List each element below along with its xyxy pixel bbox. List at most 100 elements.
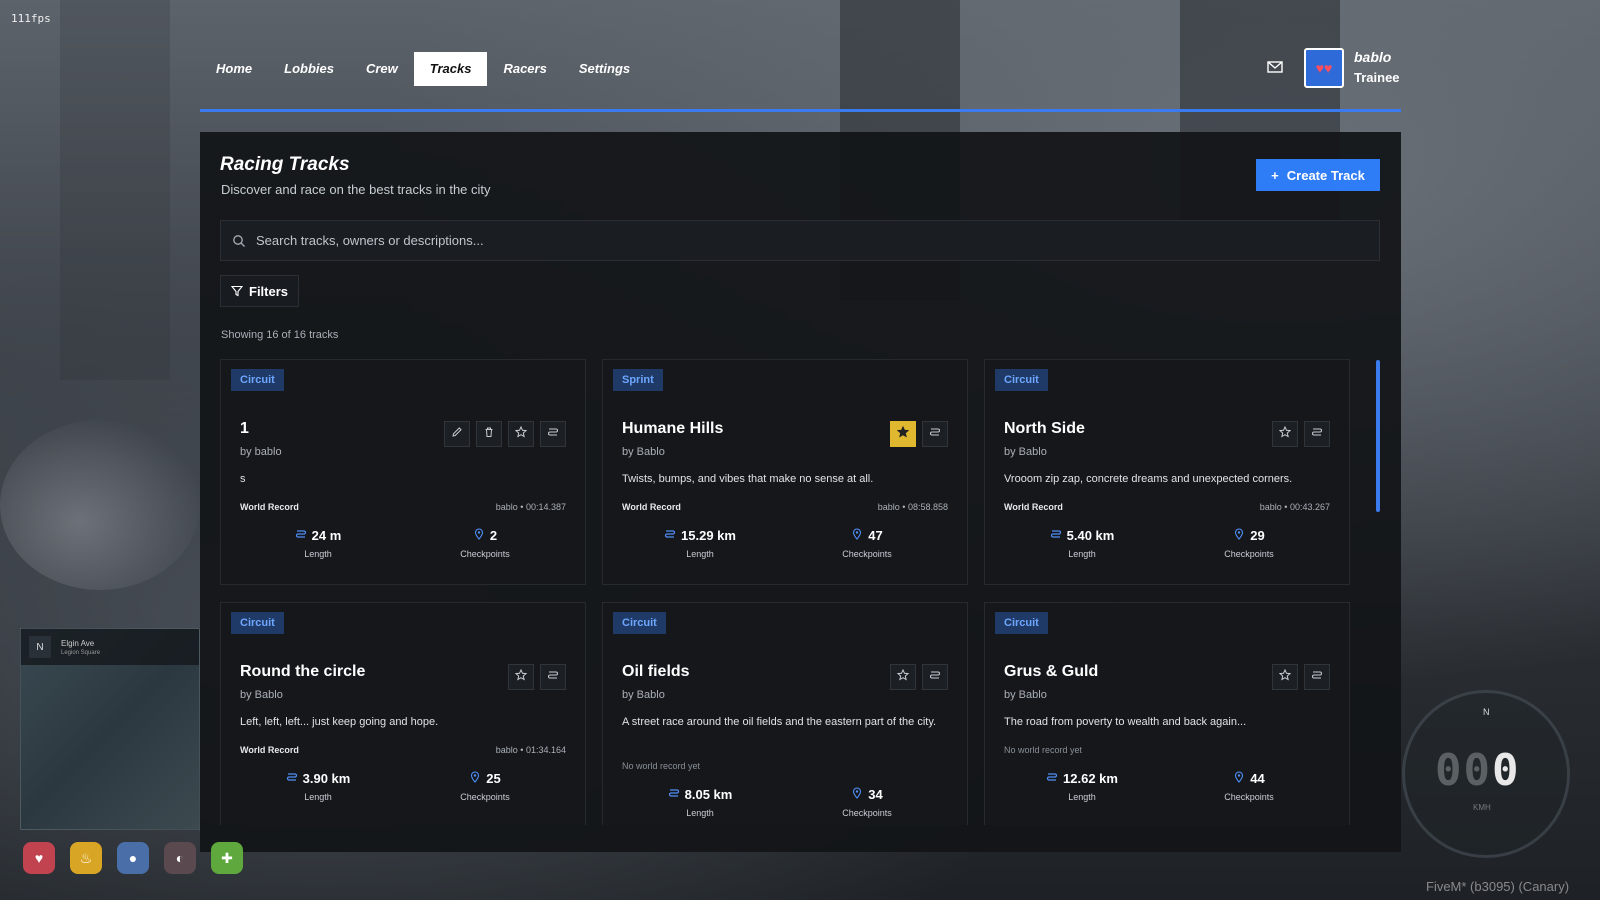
scrollbar[interactable] (1376, 360, 1380, 512)
street-name: Elgin Ave Legion Square (61, 638, 101, 656)
track-owner: by Bablo (1004, 446, 1047, 458)
track-card[interactable]: Circuit North Side by Bablo Vrooom zip zap,… (984, 359, 1350, 585)
route-button[interactable] (540, 421, 566, 447)
status-icons: ♥ ♨ ● ◐ ✚ (23, 842, 243, 874)
track-type-badge: Circuit (995, 612, 1048, 634)
track-owner: by Bablo (622, 446, 665, 458)
build-label: FiveM* (b3095) (Canary) (1426, 879, 1570, 894)
tab-lobbies[interactable]: Lobbies (268, 52, 350, 86)
user-rank: Trainee (1354, 70, 1400, 85)
length-stat: 5.40 km Length (1012, 528, 1152, 559)
route-button[interactable] (1304, 664, 1330, 690)
checkpoints-value: 47 (868, 528, 883, 543)
results-count: Showing 16 of 16 tracks (221, 329, 339, 341)
track-description: s (240, 473, 246, 485)
user-name: bablo (1354, 49, 1392, 65)
checkpoint-icon (851, 787, 863, 802)
mail-icon[interactable] (1266, 58, 1284, 76)
tab-crew[interactable]: Crew (350, 52, 414, 86)
route-icon (1311, 668, 1323, 686)
edit-button[interactable] (444, 421, 470, 447)
checkpoints-value: 44 (1250, 771, 1265, 786)
length-stat: 8.05 km Length (630, 787, 770, 818)
tab-home[interactable]: Home (200, 52, 268, 86)
track-type-badge: Circuit (231, 369, 284, 391)
checkpoints-stat: 25 Checkpoints (415, 771, 555, 802)
length-stat: 15.29 km Length (630, 528, 770, 559)
track-card[interactable]: Circuit Round the circle by Bablo Left, lef… (220, 602, 586, 825)
star-icon (514, 668, 528, 686)
track-card[interactable]: Circuit Grus & Guld by Bablo The road from … (984, 602, 1350, 825)
checkpoints-label: Checkpoints (842, 808, 892, 818)
world-record-label: World Record (240, 502, 299, 512)
minimap-direction: N (29, 636, 51, 658)
avatar[interactable]: ♥♥ (1304, 48, 1344, 88)
favorite-button[interactable] (1272, 664, 1298, 690)
star-icon (1278, 668, 1292, 686)
route-button[interactable] (922, 421, 948, 447)
food-icon: ♨ (70, 842, 102, 874)
favorite-button[interactable] (1272, 421, 1298, 447)
delete-button[interactable] (476, 421, 502, 447)
world-record-label: World Record (240, 745, 299, 755)
tab-settings[interactable]: Settings (563, 52, 646, 86)
length-icon (1046, 771, 1058, 786)
search-icon (233, 234, 245, 247)
nav-underline (200, 109, 1401, 112)
speedometer: N 000 KMH (1402, 690, 1570, 858)
length-value: 24 m (311, 528, 342, 543)
favorite-button[interactable] (508, 421, 534, 447)
track-name: Round the circle (240, 663, 366, 680)
page-subtitle: Discover and race on the best tracks in … (221, 182, 491, 197)
checkpoints-label: Checkpoints (1224, 792, 1274, 802)
favorite-button[interactable] (890, 421, 916, 447)
nav-tabs: Home Lobbies Crew Tracks Racers Settings (200, 52, 646, 86)
checkpoints-stat: 2 Checkpoints (415, 528, 555, 559)
length-icon (286, 771, 298, 786)
tracks-panel: Racing Tracks Discover and race on the b… (200, 132, 1401, 852)
favorite-button[interactable] (890, 664, 916, 690)
star-icon (896, 425, 910, 443)
tab-racers[interactable]: Racers (487, 52, 562, 86)
checkpoint-icon (1233, 771, 1245, 786)
top-nav: Home Lobbies Crew Tracks Racers Settings ♥♥ b… (200, 48, 1401, 112)
track-owner: by Bablo (622, 689, 665, 701)
water-icon: ● (117, 842, 149, 874)
pencil-icon (451, 425, 463, 443)
checkpoint-icon (469, 771, 481, 786)
track-card[interactable]: Sprint Humane Hills by Bablo Twists, bumps,… (602, 359, 968, 585)
length-label: Length (1068, 549, 1096, 559)
checkpoints-value: 2 (489, 528, 498, 543)
checkpoints-stat: 34 Checkpoints (797, 787, 937, 818)
length-value: 8.05 km (684, 787, 733, 802)
tab-tracks[interactable]: Tracks (413, 52, 488, 86)
plus-icon: + (1271, 167, 1279, 183)
route-icon (547, 425, 559, 443)
search-input[interactable] (256, 233, 1356, 248)
create-track-button[interactable]: + Create Track (1256, 159, 1380, 191)
route-button[interactable] (540, 664, 566, 690)
track-name: Grus & Guld (1004, 663, 1099, 680)
checkpoints-value: 29 (1250, 528, 1265, 543)
filters-button[interactable]: Filters (220, 275, 300, 307)
favorite-button[interactable] (508, 664, 534, 690)
star-icon (514, 425, 528, 443)
checkpoints-label: Checkpoints (842, 549, 892, 559)
route-icon (929, 668, 941, 686)
search-bar[interactable] (220, 220, 1380, 261)
world-record-label: World Record (622, 502, 681, 512)
track-name: Oil fields (622, 663, 690, 680)
track-card[interactable]: Circuit 1 by bablo s World Record bablo • 00:… (220, 359, 586, 585)
route-button[interactable] (1304, 421, 1330, 447)
track-description: Vrooom zip zap, concrete dreams and unex… (1004, 473, 1293, 485)
checkpoints-stat: 44 Checkpoints (1179, 771, 1319, 802)
minimap: N Elgin Ave Legion Square (20, 628, 200, 830)
area-name: Legion Square (61, 649, 101, 656)
track-description: Left, left, left... just keep going and … (240, 716, 439, 728)
length-icon (664, 528, 676, 543)
route-button[interactable] (922, 664, 948, 690)
track-card[interactable]: Circuit Oil fields by Bablo A street race a… (602, 602, 968, 825)
stamina-icon: ✚ (211, 842, 243, 874)
checkpoints-value: 25 (486, 771, 501, 786)
track-type-badge: Circuit (613, 612, 666, 634)
